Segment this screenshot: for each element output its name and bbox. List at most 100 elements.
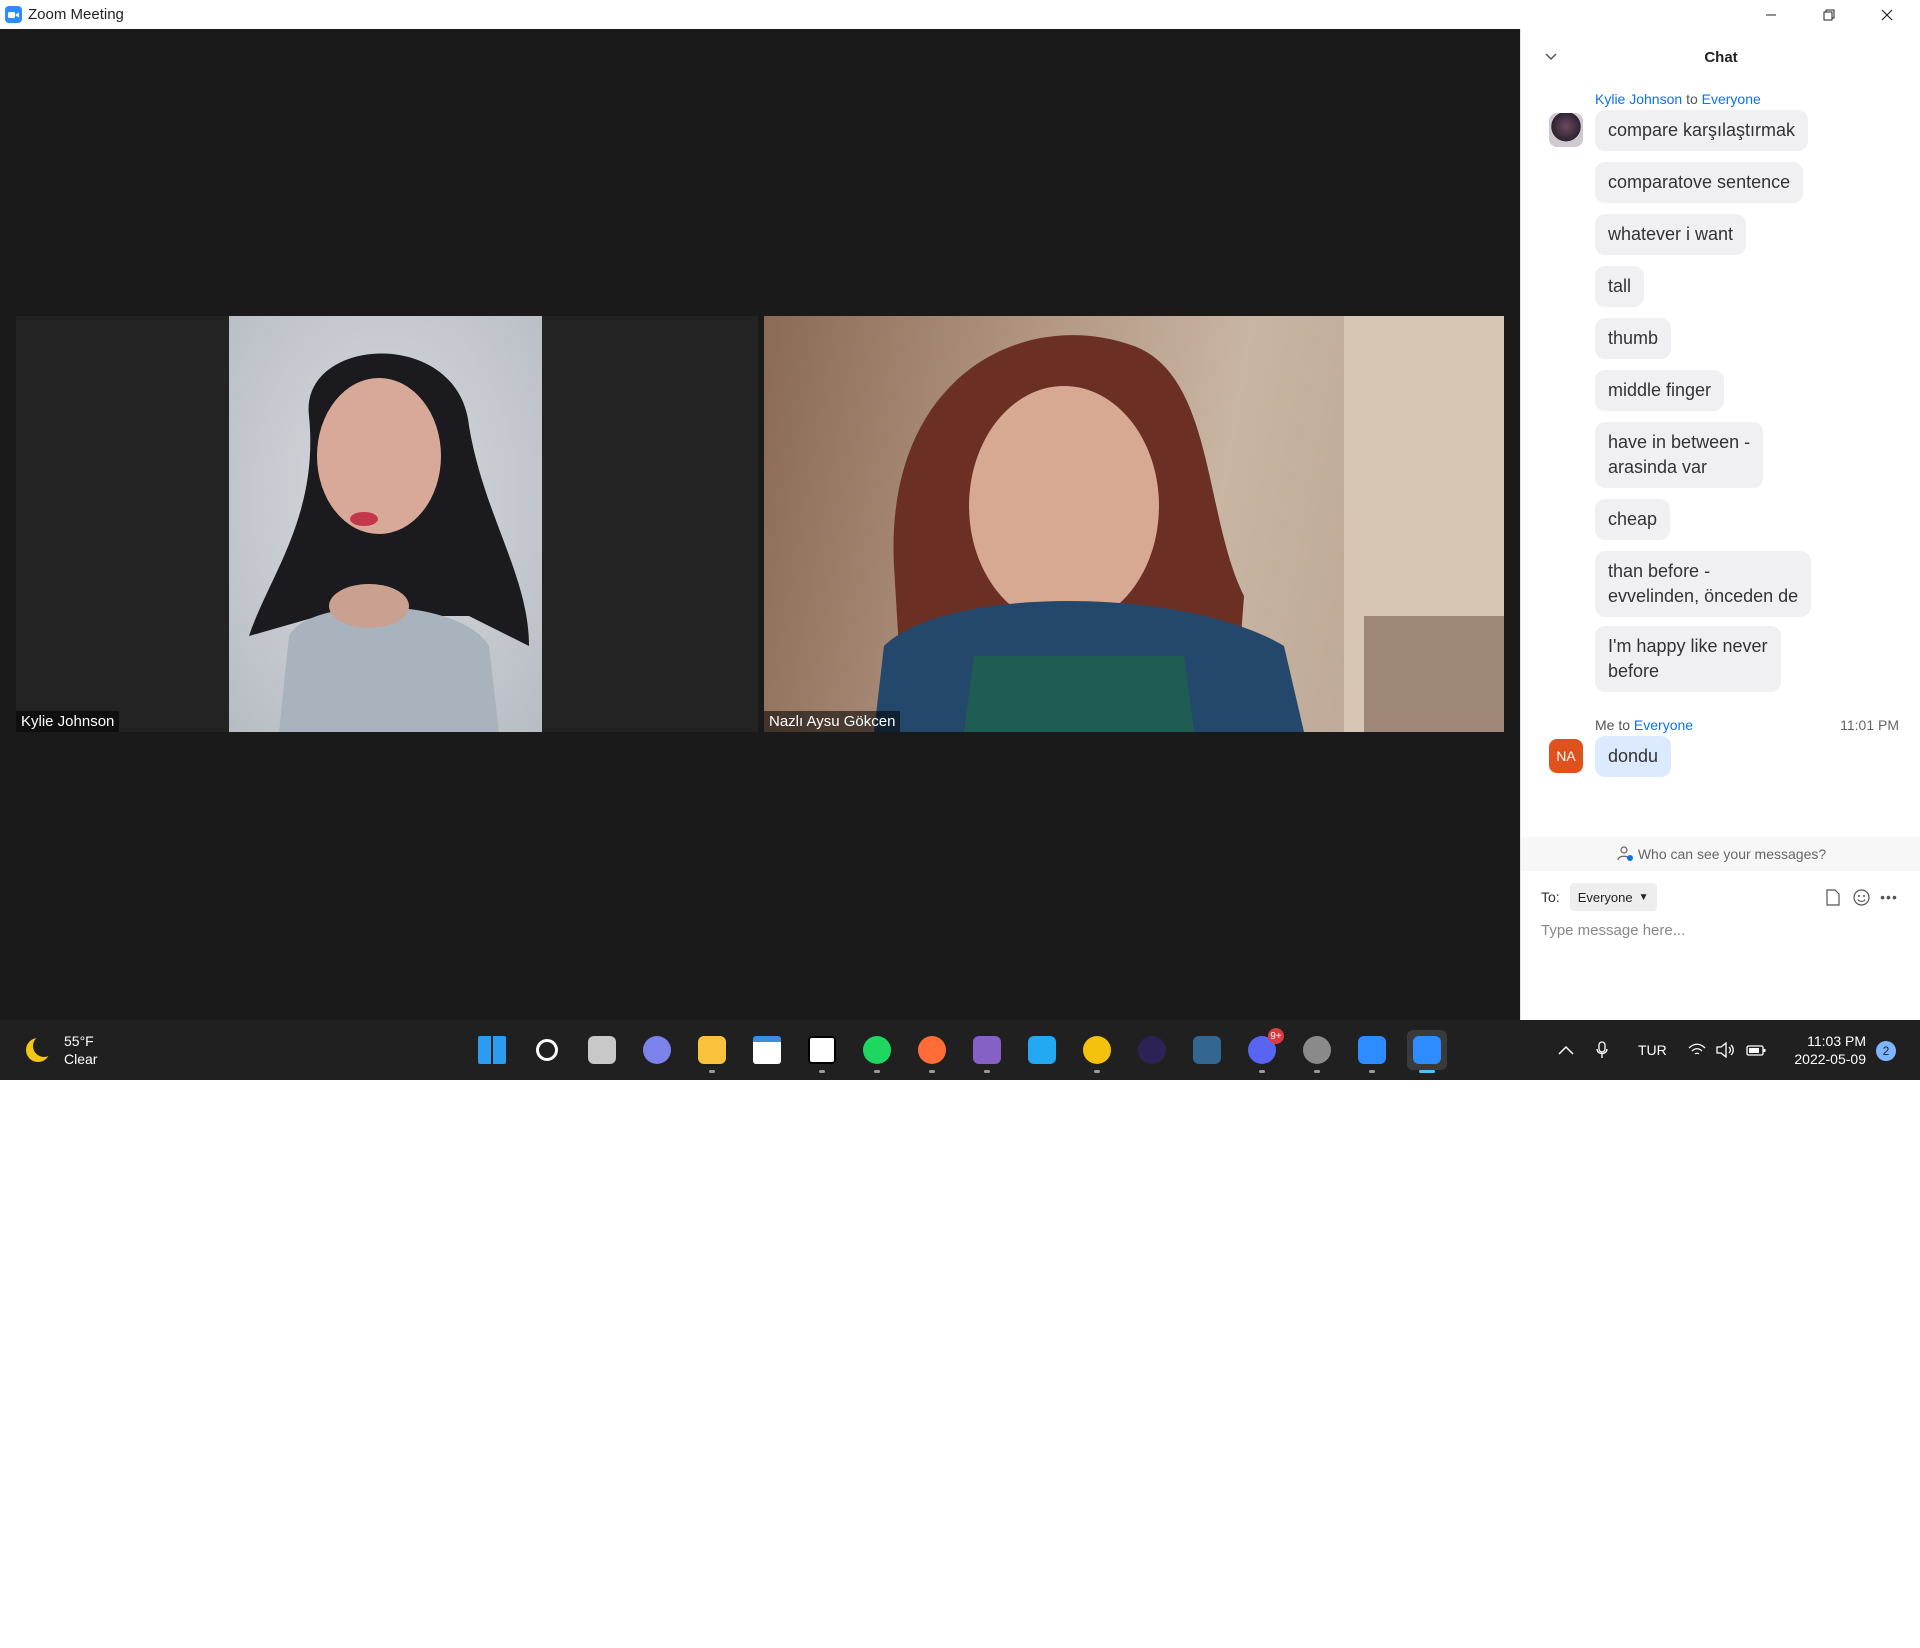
- taskbar-teams-chat-button[interactable]: [637, 1030, 677, 1070]
- taskbar-search-button[interactable]: [527, 1030, 567, 1070]
- taskbar-chrome-canary-button[interactable]: [1077, 1030, 1117, 1073]
- participant-tile-kylie[interactable]: Kylie Johnson: [16, 316, 758, 732]
- taskbar-vs-code-button[interactable]: [1022, 1030, 1062, 1070]
- teams-chat-icon: [643, 1036, 671, 1064]
- calendar-app-icon: [753, 1036, 781, 1064]
- chevron-down-icon[interactable]: [1541, 47, 1561, 67]
- participant-video-image: [874, 316, 1504, 732]
- taskbar-start-button[interactable]: [472, 1030, 512, 1070]
- emoji-icon[interactable]: [1849, 885, 1873, 909]
- restore-icon: [1823, 9, 1835, 20]
- message-bubble[interactable]: I'm happy like never before: [1595, 626, 1781, 692]
- running-indicator: [874, 1070, 880, 1073]
- to-label: To:: [1541, 889, 1560, 905]
- chevron-up-icon[interactable]: [1558, 1020, 1574, 1080]
- chat-panel: Chat Kylie Johnson to Everyone compare k…: [1520, 29, 1920, 1020]
- weather-widget[interactable]: 55°F Clear: [26, 1032, 97, 1068]
- participant-tile-nazli[interactable]: Nazlı Aysu Gökcen: [764, 316, 1504, 732]
- input-language[interactable]: TUR: [1638, 1020, 1667, 1080]
- zoom-icon: [1358, 1036, 1386, 1064]
- zoom-meeting-icon: [1413, 1036, 1441, 1064]
- battery-icon[interactable]: [1746, 1020, 1766, 1080]
- recipient-select[interactable]: Everyone ▼: [1569, 883, 1657, 911]
- avatar[interactable]: NA: [1549, 739, 1583, 773]
- weather-temp: 55°F: [64, 1033, 94, 1049]
- close-icon: [1881, 9, 1893, 20]
- message-bubble[interactable]: middle finger: [1595, 370, 1725, 411]
- zoom-app-icon: [5, 6, 22, 23]
- volume-icon[interactable]: [1716, 1020, 1736, 1080]
- search-icon: [536, 1039, 558, 1061]
- message-bubble[interactable]: compare karşılaştırmak: [1595, 110, 1809, 151]
- clock-time: 11:03 PM: [1807, 1033, 1866, 1049]
- running-indicator: [709, 1070, 715, 1073]
- avatar[interactable]: [1549, 113, 1583, 147]
- vs-code-icon: [1028, 1036, 1056, 1064]
- taskbar-postgresql-button[interactable]: [1187, 1030, 1227, 1070]
- postman-icon: [918, 1036, 946, 1064]
- to-word: to: [1686, 91, 1698, 107]
- taskbar-file-explorer-button[interactable]: [692, 1030, 732, 1073]
- minimize-icon: [1766, 14, 1776, 15]
- window-title: Zoom Meeting: [28, 6, 124, 23]
- notion-icon: [808, 1036, 836, 1064]
- recipient-select-value: Everyone: [1577, 889, 1633, 905]
- message-bubble[interactable]: whatever i want: [1595, 214, 1747, 255]
- visual-studio-icon: [973, 1036, 1001, 1064]
- participant-video-image: [249, 353, 529, 732]
- close-button[interactable]: [1858, 0, 1916, 29]
- taskbar-settings-button[interactable]: [1297, 1030, 1337, 1073]
- compose-toolbar: To: Everyone ▼ •••: [1541, 883, 1901, 911]
- chat-title: Chat: [1704, 48, 1738, 66]
- message-bubble[interactable]: cheap: [1595, 499, 1671, 540]
- to-word: to: [1618, 717, 1631, 733]
- chat-header: Chat: [1521, 29, 1920, 85]
- minimize-button[interactable]: [1742, 0, 1800, 29]
- message-input[interactable]: Type message here...: [1541, 922, 1685, 939]
- file-icon[interactable]: [1821, 885, 1845, 909]
- app-badge: 9+: [1268, 1028, 1284, 1044]
- privacy-info-bar[interactable]: Who can see your messages?: [1521, 837, 1920, 871]
- sender-name[interactable]: Kylie Johnson: [1595, 91, 1682, 107]
- participant-video: [229, 316, 542, 732]
- chrome-canary-icon: [1083, 1036, 1111, 1064]
- clock[interactable]: 11:03 PM 2022-05-09: [1782, 1032, 1866, 1068]
- taskbar-spotify-button[interactable]: [857, 1030, 897, 1073]
- wifi-icon[interactable]: [1688, 1020, 1706, 1080]
- taskbar-discord-button[interactable]: 9+: [1242, 1028, 1284, 1073]
- notification-badge[interactable]: 2: [1876, 1041, 1896, 1061]
- message-time: 11:01 PM: [1840, 717, 1899, 733]
- message-bubble[interactable]: tall: [1595, 266, 1645, 307]
- taskbar-zoom-meeting-button[interactable]: [1407, 1030, 1447, 1073]
- running-indicator: [1094, 1070, 1100, 1073]
- person-lock-icon: [1617, 846, 1633, 861]
- restore-button[interactable]: [1800, 0, 1858, 29]
- running-indicator: [984, 1070, 990, 1073]
- running-indicator: [1259, 1070, 1265, 1073]
- taskbar-task-view-button[interactable]: [582, 1030, 622, 1070]
- message-bubble[interactable]: comparatove sentence: [1595, 162, 1804, 203]
- recipient-name[interactable]: Everyone: [1702, 91, 1761, 107]
- taskbar-eclipse-button[interactable]: [1132, 1030, 1172, 1070]
- message-bubble[interactable]: thumb: [1595, 318, 1672, 359]
- file-explorer-icon: [698, 1036, 726, 1064]
- taskbar-zoom-button[interactable]: [1352, 1030, 1392, 1073]
- weather-condition: Clear: [64, 1051, 98, 1067]
- microphone-icon[interactable]: [1596, 1020, 1608, 1080]
- message-bubble[interactable]: dondu: [1595, 736, 1672, 777]
- more-options-icon[interactable]: •••: [1877, 885, 1901, 909]
- task-view-icon: [588, 1036, 616, 1064]
- taskbar-notion-button[interactable]: [802, 1030, 842, 1073]
- message-bubble[interactable]: than before - evvelinden, önceden de: [1595, 551, 1812, 617]
- title-bar: Zoom Meeting: [0, 0, 1920, 29]
- message-bubble[interactable]: have in between - arasinda var: [1595, 422, 1764, 488]
- taskbar-visual-studio-button[interactable]: [967, 1030, 1007, 1073]
- taskbar: 55°F Clear 9+ TUR 11:03 PM 2022-05-09 2: [0, 1020, 1920, 1080]
- taskbar-postman-button[interactable]: [912, 1030, 952, 1073]
- recipient-name[interactable]: Everyone: [1634, 717, 1693, 733]
- taskbar-calendar-app-button[interactable]: [747, 1030, 787, 1070]
- chevron-down-icon: ▼: [1638, 891, 1649, 903]
- running-indicator: [1369, 1070, 1375, 1073]
- video-gallery: Kylie Johnson Nazlı Aysu Gökcen: [0, 29, 1520, 1020]
- participant-name-tag: Nazlı Aysu Gökcen: [764, 711, 901, 732]
